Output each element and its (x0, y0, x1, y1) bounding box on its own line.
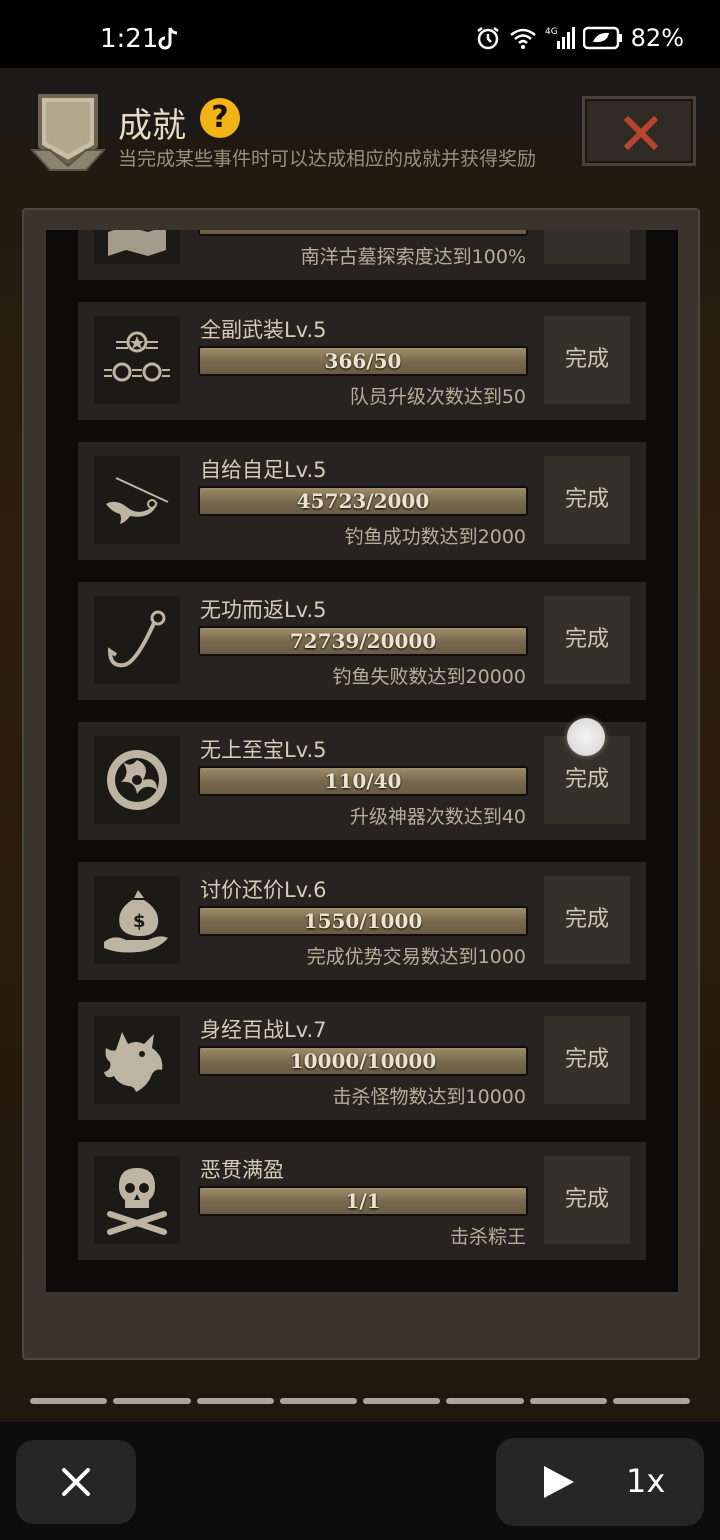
achievement-description: 南洋古墓探索度达到100% (300, 246, 526, 268)
network-label: 4G (545, 27, 558, 37)
progress-text: 110/40 (324, 769, 402, 793)
progress-bar: 45723/2000 (198, 486, 528, 516)
close-icon (62, 1468, 90, 1496)
complete-button[interactable]: 完成 (544, 316, 630, 404)
achievement-description: 击杀怪物数达到10000 (332, 1086, 526, 1108)
achievement-row: 全副武装Lv.5 366/50 队员升级次数达到50 完成 (78, 302, 646, 420)
achievement-name: 无上至宝Lv.5 (200, 738, 327, 762)
close-button[interactable] (16, 1440, 136, 1524)
artifact-icon (107, 750, 167, 810)
alarm-icon (476, 27, 499, 50)
progress-bar: 1/1 (198, 1186, 528, 1216)
fishhook-icon (107, 610, 166, 668)
achievement-icon-cell (94, 456, 180, 544)
achievement-icon-cell (94, 316, 180, 404)
close-panel-button[interactable] (582, 96, 696, 166)
signal-icon: 4G (545, 27, 575, 49)
complete-button[interactable] (544, 230, 630, 264)
close-x-icon (624, 116, 658, 150)
achievement-row: 无功而返Lv.5 72739/20000 钓鱼失败数达到20000 完成 (78, 582, 646, 700)
achievement-icon-cell (94, 1156, 180, 1244)
progress-text: 366/50 (324, 349, 402, 373)
speed-label: 1x (626, 1462, 666, 1500)
achievement-description: 击杀粽王 (449, 1226, 526, 1248)
tiktok-icon (158, 27, 178, 50)
progress-text: 1/1 (345, 1189, 381, 1213)
progress-bar: 72739/20000 (198, 626, 528, 656)
progress-segment (363, 1398, 441, 1404)
status-icons: 4G 82% (475, 24, 684, 52)
progress-bar: 1550/1000 (198, 906, 528, 936)
achievement-row: 自给自足Lv.5 45723/2000 钓鱼成功数达到2000 完成 (78, 442, 646, 560)
progress-bar (198, 230, 528, 236)
complete-button[interactable]: 完成 (544, 1016, 630, 1104)
achievement-name: 自给自足Lv.5 (200, 458, 327, 482)
money-bag-icon: $ (104, 890, 168, 953)
progress-text: 72739/20000 (289, 629, 437, 653)
play-speed-button[interactable]: 1x (496, 1438, 704, 1526)
svg-text:$: $ (133, 911, 146, 932)
status-bar: 1:21 4G 82% (0, 0, 720, 68)
complete-button[interactable]: 完成 (544, 1156, 630, 1244)
achievement-panel: 南洋古墓探索度达到100% 全副武装Lv.5 366/50 队员升级次数达到50… (22, 208, 700, 1360)
complete-button[interactable]: 完成 (544, 456, 630, 544)
page-title: 成就 (118, 106, 186, 146)
story-progress (30, 1398, 690, 1406)
achievement-icon-cell: $ (94, 876, 180, 964)
rank-stars-icon (104, 331, 170, 382)
achievement-badge-icon (30, 94, 106, 171)
achievement-icon-cell (94, 736, 180, 824)
wifi-icon (509, 28, 536, 49)
achievement-name: 恶贯满盈 (200, 1158, 284, 1182)
achievement-description: 升级神器次数达到40 (349, 806, 526, 828)
achievement-row: 无上至宝Lv.5 110/40 升级神器次数达到40 完成 (78, 722, 646, 840)
complete-button[interactable]: 完成 (544, 876, 630, 964)
achievement-row: 恶贯满盈 1/1 击杀粽王 完成 (78, 1142, 646, 1260)
status-time: 1:21 (100, 24, 159, 54)
progress-segment (113, 1398, 191, 1404)
progress-segment (196, 1398, 274, 1404)
touch-indicator (567, 718, 605, 756)
progress-fill (200, 230, 526, 234)
achievement-row: 南洋古墓探索度达到100% (78, 230, 646, 280)
progress-text: 10000/10000 (289, 1049, 437, 1073)
help-icon[interactable]: ? (200, 98, 240, 138)
progress-text: 1550/1000 (303, 909, 423, 933)
progress-bar: 366/50 (198, 346, 528, 376)
progress-bar: 110/40 (198, 766, 528, 796)
play-icon (544, 1466, 574, 1498)
achievement-list[interactable]: 南洋古墓探索度达到100% 全副武装Lv.5 366/50 队员升级次数达到50… (46, 230, 678, 1292)
achievement-name: 无功而返Lv.5 (200, 598, 327, 622)
achievement-description: 队员升级次数达到50 (349, 386, 526, 408)
achievement-icon-cell (94, 1016, 180, 1104)
page-subtitle: 当完成某些事件时可以达成相应的成就并获得奖励 (118, 148, 537, 170)
achievement-icon-cell (94, 596, 180, 684)
fish-icon (106, 477, 169, 524)
progress-segment (279, 1398, 357, 1404)
achievement-description: 钓鱼失败数达到20000 (332, 666, 526, 688)
achievement-name: 身经百战Lv.7 (200, 1018, 327, 1042)
achievement-row: 身经百战Lv.7 10000/10000 击杀怪物数达到10000 完成 (78, 1002, 646, 1120)
progress-segment (446, 1398, 524, 1404)
progress-segment (612, 1398, 690, 1404)
progress-segment (529, 1398, 607, 1404)
wolf-head-icon (104, 1032, 163, 1092)
skull-crossbones-icon (107, 1168, 167, 1235)
achievement-icon-cell (94, 230, 180, 264)
progress-segment (30, 1398, 108, 1404)
complete-button[interactable]: 完成 (544, 596, 630, 684)
achievement-row: $ 讨价还价Lv.6 1550/1000 完成优势交易数达到1000 完成 (78, 862, 646, 980)
player-controls: 1x (0, 1422, 720, 1540)
achievement-description: 完成优势交易数达到1000 (306, 946, 526, 968)
battery-percent: 82% (630, 24, 684, 52)
progress-text: 45723/2000 (296, 489, 430, 513)
achievement-name: 讨价还价Lv.6 (200, 878, 327, 902)
achievement-description: 钓鱼成功数达到2000 (344, 526, 526, 548)
progress-bar: 10000/10000 (198, 1046, 528, 1076)
achievement-name: 全副武装Lv.5 (200, 318, 327, 342)
battery-icon (582, 26, 622, 50)
map-icon (108, 230, 166, 256)
